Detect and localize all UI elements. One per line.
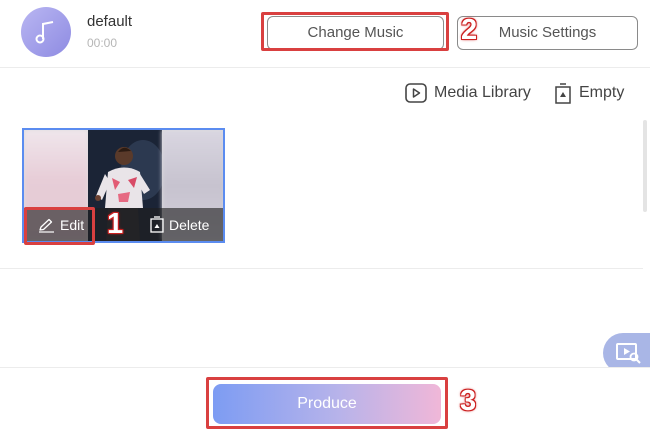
media-library-button[interactable]: Media Library (405, 82, 531, 104)
trash-icon (555, 82, 571, 104)
media-clip-card[interactable]: Edit Delete (22, 128, 225, 243)
pencil-icon (39, 218, 54, 233)
empty-button[interactable]: Empty (554, 82, 624, 104)
step-number-3: 3 (460, 385, 477, 417)
scrollbar[interactable] (643, 120, 647, 212)
empty-label: Empty (579, 84, 625, 101)
step-number-1: 1 (107, 208, 124, 240)
clip-edit-label: Edit (60, 217, 85, 233)
step-number-2: 2 (461, 14, 478, 46)
music-header: default 00:00 Change Music Music Setting… (0, 0, 650, 68)
produce-button[interactable]: Produce (213, 384, 441, 424)
clip-edit-button[interactable]: Edit (38, 217, 84, 233)
preview-icon (616, 343, 641, 364)
music-settings-button[interactable]: Music Settings (457, 16, 638, 50)
clip-delete-label: Delete (169, 216, 210, 233)
media-library-label: Media Library (434, 84, 531, 101)
music-duration: 00:00 (87, 36, 118, 50)
change-music-button[interactable]: Change Music (267, 16, 444, 50)
trash-icon (150, 216, 164, 233)
play-square-icon (405, 83, 427, 103)
content-divider (0, 268, 643, 269)
music-note-icon (21, 7, 71, 57)
music-name: default (87, 13, 133, 30)
clip-delete-button[interactable]: Delete (150, 216, 209, 233)
